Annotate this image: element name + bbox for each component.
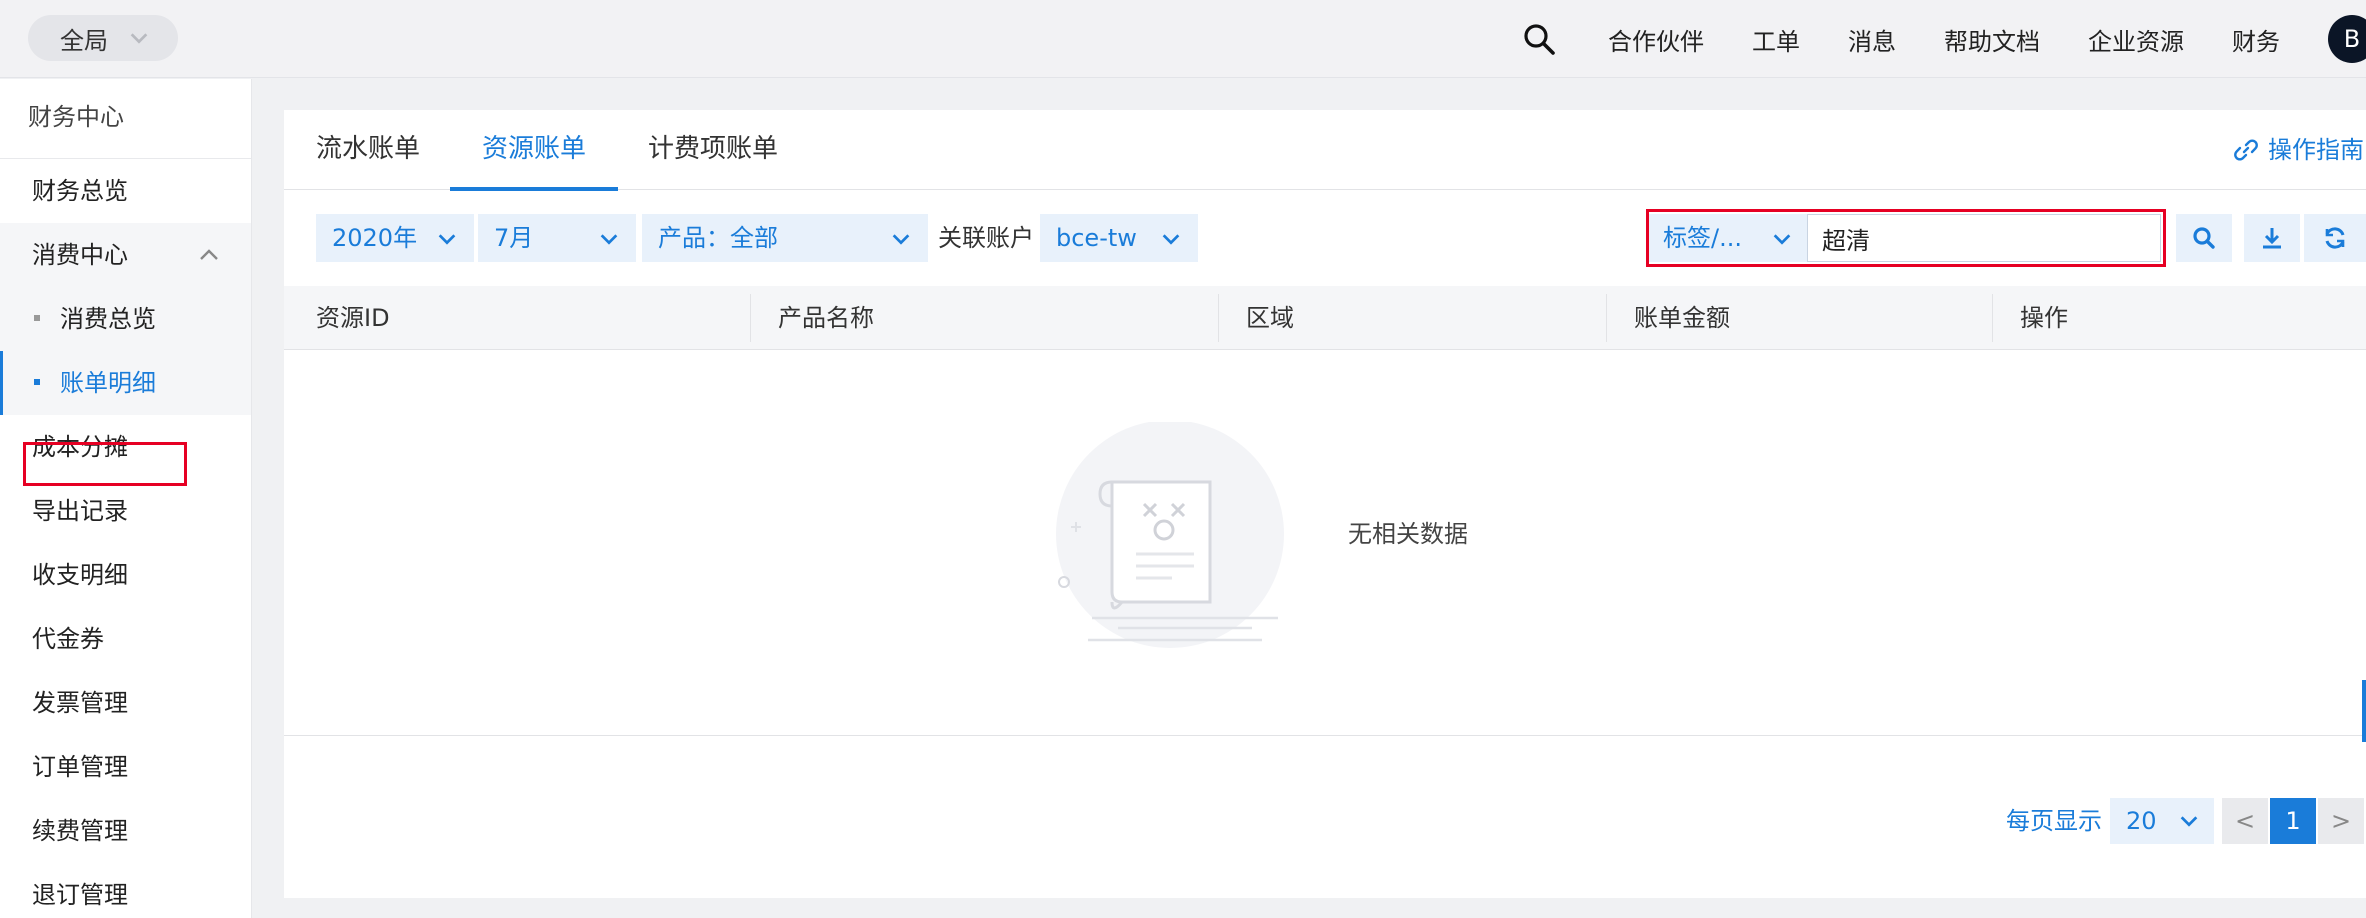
sidebar-item-renewal[interactable]: 续费管理 <box>0 799 251 863</box>
link-icon <box>2234 139 2258 161</box>
download-icon <box>2263 228 2281 249</box>
year-value: 2020年 <box>332 224 418 252</box>
page-size-value: 20 <box>2126 807 2157 835</box>
sidebar-item-refund[interactable]: 退订管理 <box>0 863 251 918</box>
avatar[interactable]: B <box>2328 15 2366 63</box>
scope-label: 全局 <box>60 26 108 55</box>
product-value: 产品：全部 <box>658 224 778 252</box>
page-size-label: 每页显示 <box>2006 807 2102 835</box>
guide-label: 操作指南 <box>2268 136 2364 164</box>
search-icon[interactable] <box>1522 22 1556 56</box>
page-1-button[interactable]: 1 <box>2270 798 2316 844</box>
search-icon <box>2193 227 2215 249</box>
sidebar-item-consume-center[interactable]: 消费中心 <box>0 223 251 287</box>
sidebar-item-finance-overview[interactable]: 财务总览 <box>0 159 251 223</box>
chevron-down-icon <box>1162 234 1180 245</box>
account-label: 关联账户 <box>938 224 1034 252</box>
next-page-button[interactable]: > <box>2318 798 2364 844</box>
product-select[interactable]: 产品：全部 <box>642 214 928 262</box>
guide-link[interactable]: 操作指南 <box>2232 110 2364 190</box>
scope-selector[interactable]: 全局 <box>28 15 178 61</box>
month-value: 7月 <box>494 224 534 252</box>
nav-partner[interactable]: 合作伙伴 <box>1608 22 1704 57</box>
sidebar-item-label: 账单明细 <box>60 369 156 397</box>
column-header-product-name[interactable]: 产品名称 <box>778 286 874 350</box>
tab-bar: 流水账单 资源账单 计费项账单 操作指南 <box>284 110 2366 191</box>
nav-enterprise-resources[interactable]: 企业资源 <box>2088 22 2184 57</box>
column-header-region[interactable]: 区域 <box>1246 286 1294 350</box>
chevron-down-icon <box>130 33 148 44</box>
chevron-down-icon <box>1773 234 1791 245</box>
nav-help-docs[interactable]: 帮助文档 <box>1944 22 2040 57</box>
main-panel: 流水账单 资源账单 计费项账单 操作指南 2020年 7月 产品：全部 关联账户… <box>284 110 2366 898</box>
chevron-down-icon <box>600 234 618 245</box>
sidebar-item-order[interactable]: 订单管理 <box>0 735 251 799</box>
refresh-button[interactable] <box>2304 214 2366 262</box>
sidebar-item-income-expense[interactable]: 收支明细 <box>0 543 251 607</box>
tag-select[interactable]: 标签/... <box>1647 214 1807 262</box>
sidebar-item-consume-overview[interactable]: 消费总览 <box>0 287 251 351</box>
column-divider <box>1218 294 1219 342</box>
column-header-actions: 操作 <box>2020 304 2068 332</box>
active-indicator <box>0 351 3 415</box>
top-bar: 全局 合作伙伴 工单 消息 帮助文档 企业资源 财务 B <box>0 0 2366 78</box>
tab-flow-bill[interactable]: 流水账单 <box>316 110 420 190</box>
tab-underline <box>450 187 619 191</box>
month-select[interactable]: 7月 <box>478 214 636 262</box>
prev-page-button[interactable]: < <box>2222 798 2268 844</box>
search-button[interactable] <box>2176 214 2232 262</box>
bullet-icon <box>34 315 40 321</box>
account-value: bce-tw <box>1056 224 1137 252</box>
bullet-icon <box>34 379 40 385</box>
refresh-icon <box>2325 227 2345 249</box>
nav-ticket[interactable]: 工单 <box>1752 22 1800 57</box>
table-header: 资源ID 产品名称 区域 账单金额 操作 <box>284 286 2366 350</box>
sidebar-item-label: 消费中心 <box>32 241 128 269</box>
top-nav: 合作伙伴 工单 消息 帮助文档 企业资源 财务 B <box>1522 0 2366 78</box>
download-button[interactable] <box>2244 214 2300 262</box>
tab-label: 资源账单 <box>482 134 587 164</box>
sidebar-item-export-log[interactable]: 导出记录 <box>0 479 251 543</box>
chevron-down-icon <box>438 234 456 245</box>
nav-message[interactable]: 消息 <box>1848 22 1896 57</box>
empty-message: 无相关数据 <box>1348 520 1468 548</box>
column-header-bill-amount[interactable]: 账单金额 <box>1634 286 1730 350</box>
sidebar-title: 财务中心 <box>0 79 251 159</box>
chevron-down-icon <box>2180 816 2198 827</box>
account-select[interactable]: bce-tw <box>1040 214 1198 262</box>
nav-finance[interactable]: 财务 <box>2232 22 2280 57</box>
column-divider <box>1992 294 1993 342</box>
tag-value-input[interactable] <box>1807 214 2161 262</box>
sidebar-item-label: 消费总览 <box>60 305 156 333</box>
scrollbar[interactable] <box>2362 680 2366 742</box>
column-divider <box>750 294 751 342</box>
page-size-select[interactable]: 20 <box>2110 798 2214 844</box>
sidebar-item-voucher[interactable]: 代金券 <box>0 607 251 671</box>
chevron-up-icon <box>200 249 218 260</box>
sidebar-item-invoice[interactable]: 发票管理 <box>0 671 251 735</box>
column-divider <box>1606 294 1607 342</box>
tag-select-value: 标签/... <box>1663 224 1742 252</box>
table-empty-state: 无相关数据 <box>284 350 2366 736</box>
year-select[interactable]: 2020年 <box>316 214 474 262</box>
tab-billing-item-bill[interactable]: 计费项账单 <box>648 110 778 190</box>
sidebar: 财务中心 财务总览 消费中心 消费总览 账单明细 成本分摊 导出记录 收支明细 … <box>0 79 252 918</box>
highlight-box <box>23 442 187 486</box>
empty-document-icon <box>1056 422 1284 648</box>
chevron-down-icon <box>892 234 910 245</box>
column-header-resource-id[interactable]: 资源ID <box>316 286 390 350</box>
sidebar-item-bill-detail[interactable]: 账单明细 <box>0 351 251 415</box>
tab-resource-bill[interactable]: 资源账单 <box>450 110 619 191</box>
